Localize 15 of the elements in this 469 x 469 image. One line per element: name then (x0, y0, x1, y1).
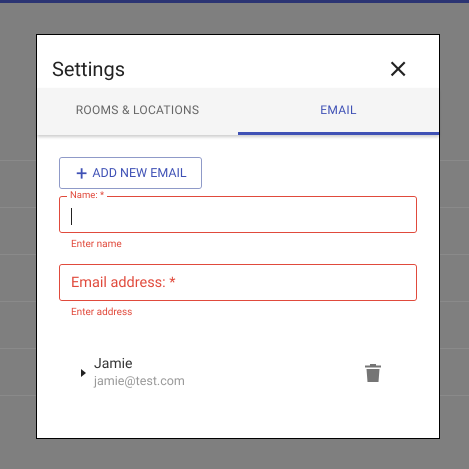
field-label: Email address: * (71, 274, 176, 291)
error-message: Enter name (71, 239, 123, 250)
tab[interactable]: ROOMS & LOCATIONS (37, 88, 238, 135)
contact-name: Jamie (94, 356, 134, 372)
input-field[interactable]: Email address: * (59, 258, 417, 301)
delete-icon[interactable] (365, 364, 381, 382)
expand-icon[interactable] (81, 368, 86, 376)
add-email-button[interactable]: + ADD NEW EMAIL (59, 157, 202, 189)
text-cursor (71, 208, 72, 225)
close-button[interactable]: × (387, 56, 409, 82)
contact-email: jamie@test.com (94, 374, 186, 389)
tab[interactable]: EMAIL (238, 88, 439, 135)
error-message: Enter address (71, 307, 134, 318)
dialog-title: Settings (52, 56, 126, 80)
input-field[interactable]: Name: * (59, 190, 417, 233)
